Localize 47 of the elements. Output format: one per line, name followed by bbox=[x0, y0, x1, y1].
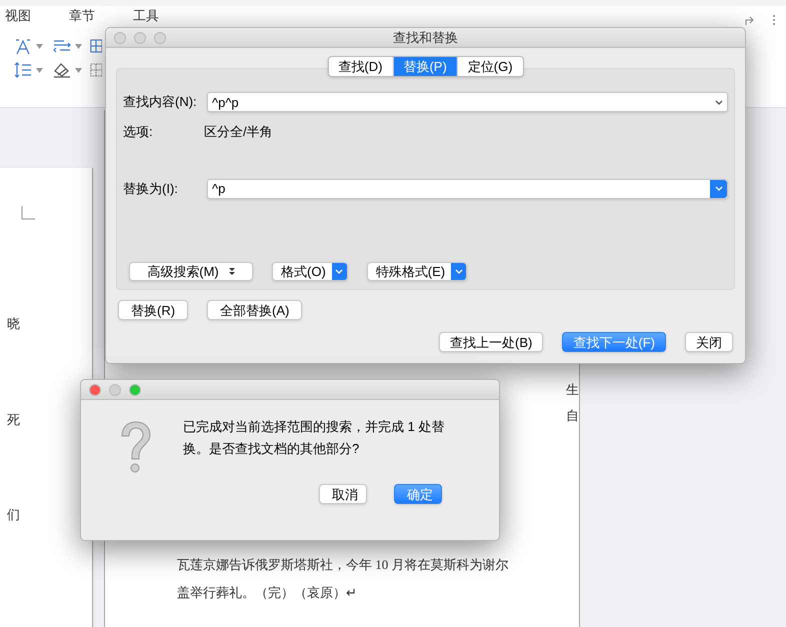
dialog-button[interactable]: 关闭 bbox=[685, 332, 733, 352]
menu-tab[interactable]: 章节 bbox=[69, 8, 95, 24]
dialog-button[interactable]: 取消 bbox=[319, 484, 367, 504]
dialog-button[interactable]: 查找上一处(B) bbox=[439, 332, 544, 352]
margin-corner-icon bbox=[21, 206, 35, 220]
document-text: 晓 bbox=[7, 315, 20, 333]
chevron-down-icon bbox=[714, 186, 722, 191]
more-icon[interactable] bbox=[772, 14, 776, 26]
line-spacing-icon[interactable] bbox=[14, 62, 32, 78]
document-text: 们 bbox=[7, 506, 20, 524]
menu-tab[interactable]: 视图 bbox=[5, 8, 31, 24]
share-icon[interactable] bbox=[744, 14, 756, 26]
close-button[interactable] bbox=[89, 384, 101, 396]
dialog-button[interactable]: 全部替换(A) bbox=[207, 300, 302, 320]
chevron-down-icon bbox=[335, 268, 344, 274]
document-text: 生 bbox=[566, 381, 579, 399]
table-icon[interactable] bbox=[90, 38, 102, 54]
window-title: 查找和替换 bbox=[393, 28, 458, 47]
caret-icon bbox=[75, 68, 82, 72]
tab[interactable]: 替换(P) bbox=[392, 57, 457, 76]
document-text: 瓦莲京娜告诉俄罗斯塔斯社，今年 10 月将在莫斯科为谢尔 bbox=[177, 556, 510, 574]
field-label: 选项: bbox=[123, 123, 154, 141]
dialog-button[interactable]: 替换(R) bbox=[118, 300, 188, 320]
combo-field[interactable]: ^p bbox=[207, 178, 728, 198]
dropdown-button[interactable]: 格式(O) bbox=[272, 262, 348, 280]
tab[interactable]: 定位(G) bbox=[456, 57, 523, 76]
document-text: 自 bbox=[566, 406, 579, 424]
options-value: 区分全/半角 bbox=[204, 123, 273, 141]
chevron-down-icon bbox=[454, 268, 463, 274]
menu-tab[interactable]: 工具 bbox=[133, 8, 159, 24]
dropdown-button[interactable]: 特殊格式(E) bbox=[366, 262, 468, 280]
border-grid-icon[interactable] bbox=[90, 62, 102, 78]
caret-icon bbox=[36, 68, 43, 72]
caret-icon bbox=[36, 44, 43, 48]
tab[interactable]: 查找(D) bbox=[328, 57, 392, 76]
field-label: 替换为(I): bbox=[123, 180, 179, 198]
document-text: 盖举行葬礼。（完）（哀原）↵ bbox=[177, 584, 358, 602]
document-text: 死 bbox=[7, 410, 20, 428]
text-size-icon[interactable] bbox=[14, 38, 32, 54]
chevron-down-icon bbox=[714, 100, 722, 104]
dropdown-button[interactable]: 高级搜索(M) bbox=[129, 262, 253, 280]
caret-icon bbox=[75, 44, 82, 48]
swap-arrows-icon[interactable] bbox=[53, 38, 71, 54]
field-label: 查找内容(N): bbox=[123, 93, 198, 112]
alert-message: 已完成对当前选择范围的搜索，并完成 1 处替换。是否查找文档的其他部分? bbox=[183, 418, 446, 458]
double-chevron-icon bbox=[228, 268, 235, 274]
combo-field[interactable]: ^p^p bbox=[207, 92, 728, 112]
